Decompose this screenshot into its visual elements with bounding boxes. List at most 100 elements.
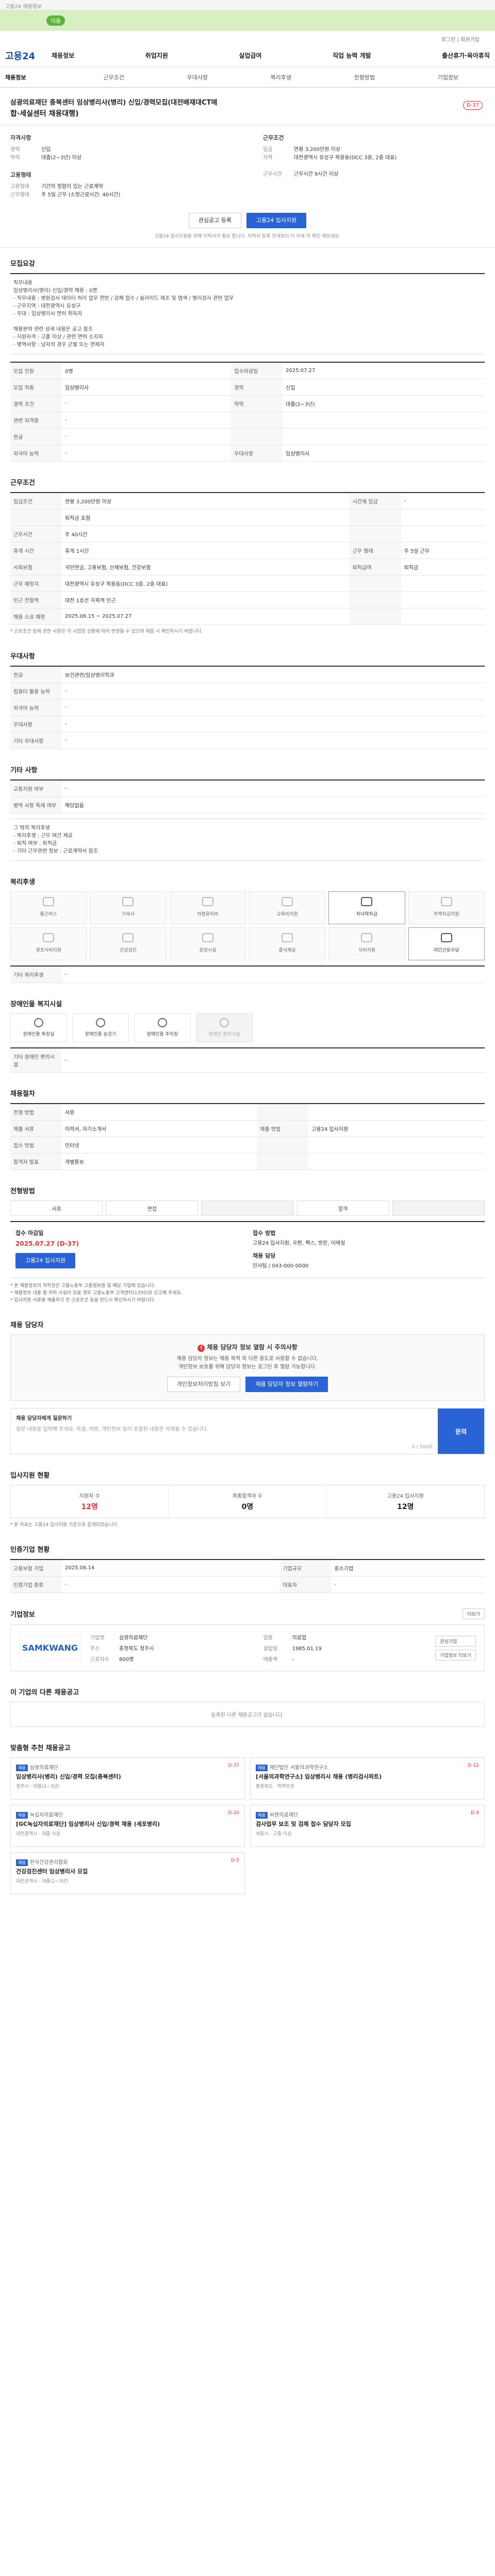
welfare-label: 중식제공 [278, 948, 296, 953]
kv-row: 인근 전철역 대전 1호선 지족역 인근 [10, 591, 485, 608]
welfare-icon [43, 897, 55, 906]
recommend-dday: D-5 [231, 1858, 239, 1863]
promo-pill[interactable]: 이동 [46, 15, 65, 26]
welfare-icon [282, 933, 293, 942]
apply-period-label: 접수 마감일 [15, 1230, 44, 1236]
disability-label: 장애인용 승강기 [85, 1032, 117, 1037]
recommend-card[interactable]: 채용 삼광의료재단 임상병리사(병리) 신입/경력 모집(충북센터) 청주시 · 대졸… [10, 1757, 245, 1800]
summary-block: 근무시간 근무시간 9시간 이상 [263, 171, 485, 179]
recommend-card[interactable]: 채용 한국건강관리협회 건강검진센터 임상병리사 모집 대전광역시 · 대졸(2~3년… [10, 1852, 245, 1894]
qa-label: 채용 담당자에게 질문하기 [16, 1416, 72, 1421]
welfare-label: 통근버스 [40, 912, 57, 917]
tab-item[interactable]: 기업정보 [406, 73, 490, 81]
top-notice-text: 고용24 채용정보 [5, 4, 42, 10]
method-section: 채용절차 전형 방법 서류 제출 서류 이력서, 자기소개서 제출 방법 고용24 입사지… [0, 1078, 495, 1175]
welfare-label: 건강검진 [119, 948, 137, 953]
company-info-key: 기업명 [90, 1635, 105, 1641]
kv-key [257, 1137, 309, 1154]
stat-value: 0명 [241, 1503, 254, 1511]
recommend-title[interactable]: 검사업무 보조 및 검체 접수 담당자 모집 [256, 1821, 479, 1828]
kv-key: 휴게 시간 [10, 542, 62, 559]
privacy-policy-button[interactable]: 개인정보처리방침 보기 [167, 1377, 241, 1392]
kv-value: - [62, 732, 485, 749]
recruit-heading: 모집요강 [10, 260, 35, 268]
kv-value: - [62, 699, 485, 716]
scrap-button[interactable]: 관심공고 등록 [188, 213, 241, 228]
tab-item[interactable]: 복리후생 [239, 73, 323, 81]
view-contact-button[interactable]: 채용 담당자 정보 열람하기 [245, 1377, 328, 1392]
favorite-company-button[interactable]: 관심기업 [435, 1635, 476, 1647]
gnb-item[interactable]: 출산휴가·육아휴직 [442, 51, 490, 60]
gnb-item[interactable]: 채용정보 [52, 51, 74, 60]
company-detail-button[interactable]: 기업정보 더보기 [435, 1649, 476, 1660]
recommend-card[interactable]: 채용 재단법인 서울의과학연구소 [서울의과학연구소] 임상병리사 채용 (병리검사… [250, 1757, 485, 1800]
apply-step: 서류 [10, 1200, 103, 1216]
summary-row: 임금 연봉 3,200만원 이상 [263, 146, 485, 154]
qa-textarea[interactable]: 채용 담당자에게 질문하기 질문 내용을 입력해 주세요. 욕설, 비방, 개인… [11, 1409, 438, 1454]
welfare-label: 휴양시설 [199, 948, 217, 953]
recommend-heading: 맞춤형 추천 채용공고 [10, 1744, 71, 1752]
kv-value: 휴게 1시간 [62, 542, 350, 559]
welfare-icon [282, 897, 293, 906]
kv-value: 퇴직금 포함 [62, 509, 350, 526]
recommend-title[interactable]: 건강검진센터 임상병리사 모집 [16, 1868, 239, 1875]
kv-row: 퇴직금 포함 [10, 509, 485, 526]
disability-label: 장애인 편의시설 [208, 1032, 240, 1037]
kv-key: 교통지원 여부 [10, 780, 62, 797]
company-info-value: 충청북도 청주시 [119, 1646, 154, 1652]
gnb-item[interactable]: 실업급여 [239, 51, 261, 60]
welfare-item: 통근버스 [10, 891, 87, 924]
kv-row: 관련 자격증 - [10, 412, 485, 429]
kv-value [308, 1137, 485, 1154]
util-links[interactable]: 로그인 | 회원가입 [0, 31, 495, 44]
tab-item[interactable]: 채용정보 [5, 73, 72, 81]
welfare-grid: 통근버스 기숙사 차량유지비 교육비지원 자녀학자금 주택자금지원 경조사비지원 건강검진 휴양… [10, 891, 485, 960]
recommend-dday: D-20 [228, 1810, 239, 1816]
recommend-card[interactable]: 채용 씨젠의료재단 검사업무 보조 및 검체 접수 담당자 모집 세종시 · 고졸 이… [250, 1805, 485, 1847]
kv-value [283, 428, 485, 445]
kv-key [349, 509, 401, 526]
tab-item[interactable]: 우대사항 [156, 73, 239, 81]
recommend-title[interactable]: [GC녹십자의료재단] 임상병리사 신입/경력 채용 (세포병리) [16, 1821, 239, 1828]
kv-key: 전공 [10, 428, 62, 445]
kv-key: 고용보험 가입 [10, 1560, 62, 1577]
kv-value: - [62, 428, 232, 445]
kv-value: 서류 [62, 1104, 257, 1121]
disability-item: 장애인용 화장실 [10, 1013, 67, 1042]
recommend-company-line: 채용 씨젠의료재단 [256, 1810, 479, 1819]
summary-row: 고용형태 기간의 정함이 있는 근로계약 [10, 183, 232, 191]
apply-now-button[interactable]: 고용24 입사지원 [15, 1253, 76, 1268]
kv-value: 인터넷 [62, 1137, 257, 1154]
kv-key: 근무 예정지 [10, 575, 62, 592]
kv-row: 전공 - [10, 428, 485, 445]
recommend-card[interactable]: 채용 녹십자의료재단 [GC녹십자의료재단] 임상병리사 신입/경력 채용 (세포병… [10, 1805, 245, 1847]
qa-send-button[interactable]: 문의 [438, 1409, 484, 1454]
recommend-title[interactable]: [서울의과학연구소] 임상병리사 채용 (병리검사파트) [256, 1773, 479, 1781]
site-logo[interactable]: 고용24 [5, 49, 52, 62]
kv-key [257, 1153, 309, 1170]
kv-key [349, 608, 401, 625]
company-info-key: 근로자수 [90, 1657, 109, 1663]
gnb-item[interactable]: 취업지원 [145, 51, 168, 60]
promo-banner[interactable]: 이동 [0, 10, 495, 31]
kv-row: 제출 서류 이력서, 자기소개서 제출 방법 고용24 입사지원 [10, 1120, 485, 1137]
recommend-title[interactable]: 임상병리사(병리) 신입/경력 모집(충북센터) [16, 1773, 239, 1781]
company-info-row: 업종 의료업 [263, 1633, 426, 1641]
kv-value: - [401, 493, 485, 510]
kv-key: 합격자 발표 [10, 1153, 62, 1170]
apply-note: 고용24 입사지원을 위해 이력서가 필요 합니다. 이력서 등록 안내보다 더… [154, 234, 341, 239]
summary-key: 임금 [263, 147, 273, 152]
conditions-section: 근무조건 임금조건 연봉 3,200만원 이상 시간제 임금 - 퇴직금 포함 근무시간 주… [0, 467, 495, 640]
gnb-item[interactable]: 직업 능력 개발 [333, 51, 371, 60]
stat-label: 최종합격자 수 [232, 1494, 263, 1499]
welfare-icon [440, 933, 452, 942]
tab-item[interactable]: 근무조건 [72, 73, 156, 81]
kv-key: 병역 사항 특례 여부 [10, 796, 62, 814]
kv-key: 학력 [231, 395, 283, 412]
tab-item[interactable]: 전형방법 [323, 73, 406, 81]
summary-row: 근무형태 주 5일 근무 (소정근로시간: 40시간) [10, 191, 232, 199]
company-more-link[interactable]: 더보기 [463, 1608, 485, 1619]
other-jobs-heading: 이 기업의 다른 채용공고 [10, 1689, 79, 1697]
company-info: 기업명 삼광의료재단 업종 의료업 주소 충청북도 청주시 설립일 1985.01.19 근로자… [90, 1633, 426, 1663]
apply-button[interactable]: 고용24 입사지원 [246, 213, 307, 228]
